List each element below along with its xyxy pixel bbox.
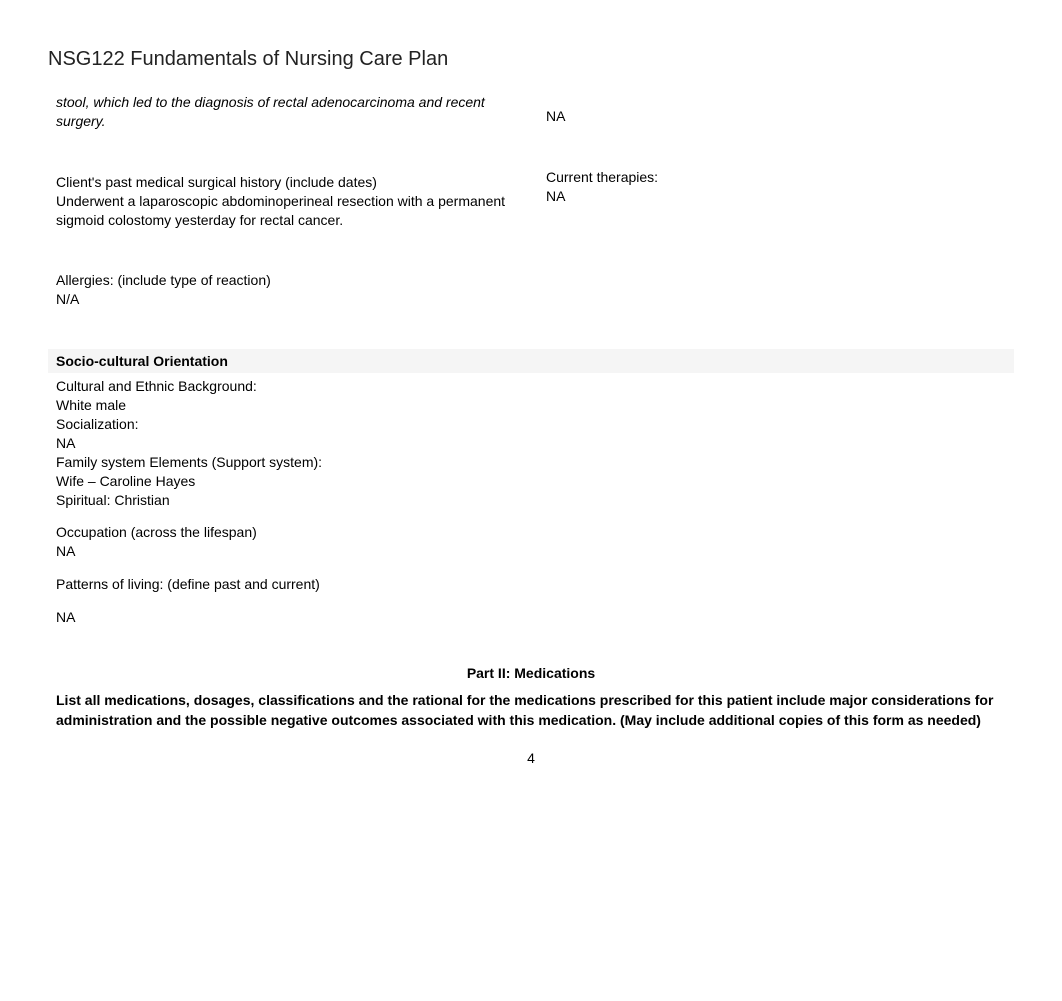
part2-section: Part II: Medications List all medication… xyxy=(48,661,1014,766)
socialization-value: NA xyxy=(56,434,1006,453)
two-column-section: stool, which led to the diagnosis of rec… xyxy=(48,85,1014,317)
therapies-value: NA xyxy=(546,187,1006,206)
socialization-label: Socialization: xyxy=(56,415,1006,434)
socio-cultural-body: Cultural and Ethnic Background: White ma… xyxy=(48,373,1014,631)
history-value: Underwent a laparoscopic abdominoperinea… xyxy=(56,192,510,230)
page-number: 4 xyxy=(56,750,1006,766)
part2-description: List all medications, dosages, classific… xyxy=(56,685,1006,740)
cultural-label: Cultural and Ethnic Background: xyxy=(56,377,1006,396)
family-value: Wife – Caroline Hayes xyxy=(56,472,1006,491)
allergies-value: N/A xyxy=(56,290,510,309)
patterns-value: NA xyxy=(56,608,1006,627)
right-column: NA Current therapies: NA xyxy=(538,85,1014,317)
patterns-label: Patterns of living: (define past and cur… xyxy=(56,575,1006,594)
spiritual-text: Spiritual: Christian xyxy=(56,491,1006,510)
history-label: Client's past medical surgical history (… xyxy=(56,173,510,192)
page-title: NSG122 Fundamentals of Nursing Care Plan xyxy=(48,48,448,71)
left-column: stool, which led to the diagnosis of rec… xyxy=(48,85,518,317)
cultural-value: White male xyxy=(56,396,1006,415)
document-body: stool, which led to the diagnosis of rec… xyxy=(48,85,1014,766)
occupation-value: NA xyxy=(56,542,1006,561)
occupation-label: Occupation (across the lifespan) xyxy=(56,523,1006,542)
socio-cultural-header: Socio-cultural Orientation xyxy=(48,349,1014,373)
family-label: Family system Elements (Support system): xyxy=(56,453,1006,472)
chief-complaint-fragment: stool, which led to the diagnosis of rec… xyxy=(56,93,510,131)
allergies-label: Allergies: (include type of reaction) xyxy=(56,271,510,290)
right-top-value: NA xyxy=(546,107,1006,126)
therapies-label: Current therapies: xyxy=(546,168,1006,187)
part2-title: Part II: Medications xyxy=(56,661,1006,685)
